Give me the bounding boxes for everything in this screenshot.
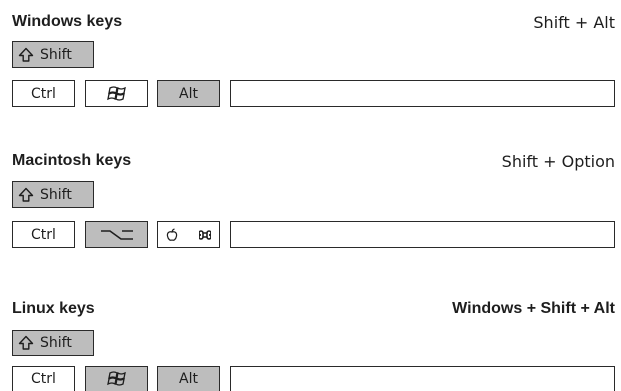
windows-space-bar[interactable] <box>230 80 615 107</box>
windows-shift-key[interactable]: Shift <box>12 41 94 68</box>
linux-ctrl-key[interactable]: Ctrl <box>12 366 75 391</box>
windows-ctrl-key[interactable]: Ctrl <box>12 80 75 107</box>
linux-combo-label: Windows + Shift + Alt <box>452 300 615 317</box>
mac-combo-label: Shift + Option <box>501 152 615 171</box>
shift-label: Shift <box>40 46 72 63</box>
windows-alt-key[interactable]: Alt <box>157 80 220 107</box>
shift-arrow-icon <box>18 335 34 351</box>
shift-label: Shift <box>40 186 72 203</box>
linux-title: Linux keys <box>12 300 95 317</box>
mac-ctrl-key[interactable]: Ctrl <box>12 221 75 248</box>
ctrl-label: Ctrl <box>31 226 56 243</box>
mac-space-bar[interactable] <box>230 221 615 248</box>
alt-label: Alt <box>179 371 198 387</box>
windows-logo-icon <box>106 370 128 388</box>
mac-title: Macintosh keys <box>12 152 132 169</box>
shift-label: Shift <box>40 335 72 351</box>
command-icon <box>199 229 211 241</box>
alt-label: Alt <box>179 85 198 102</box>
ctrl-label: Ctrl <box>31 371 56 387</box>
linux-shift-key[interactable]: Shift <box>12 330 94 356</box>
mac-option-key[interactable] <box>85 221 148 248</box>
shift-arrow-icon <box>18 187 34 203</box>
windows-title: Windows keys <box>12 13 123 30</box>
linux-alt-key[interactable]: Alt <box>157 366 220 391</box>
shift-arrow-icon <box>18 47 34 63</box>
linux-space-bar[interactable] <box>230 366 615 391</box>
windows-combo-label: Shift + Alt <box>533 13 615 32</box>
option-icon <box>99 228 135 242</box>
mac-command-key[interactable] <box>157 221 220 248</box>
linux-windows-key[interactable] <box>85 366 148 391</box>
mac-shift-key[interactable]: Shift <box>12 181 94 208</box>
apple-icon <box>166 227 178 242</box>
windows-logo-icon <box>106 85 128 103</box>
windows-logo-key[interactable] <box>85 80 148 107</box>
ctrl-label: Ctrl <box>31 85 56 102</box>
